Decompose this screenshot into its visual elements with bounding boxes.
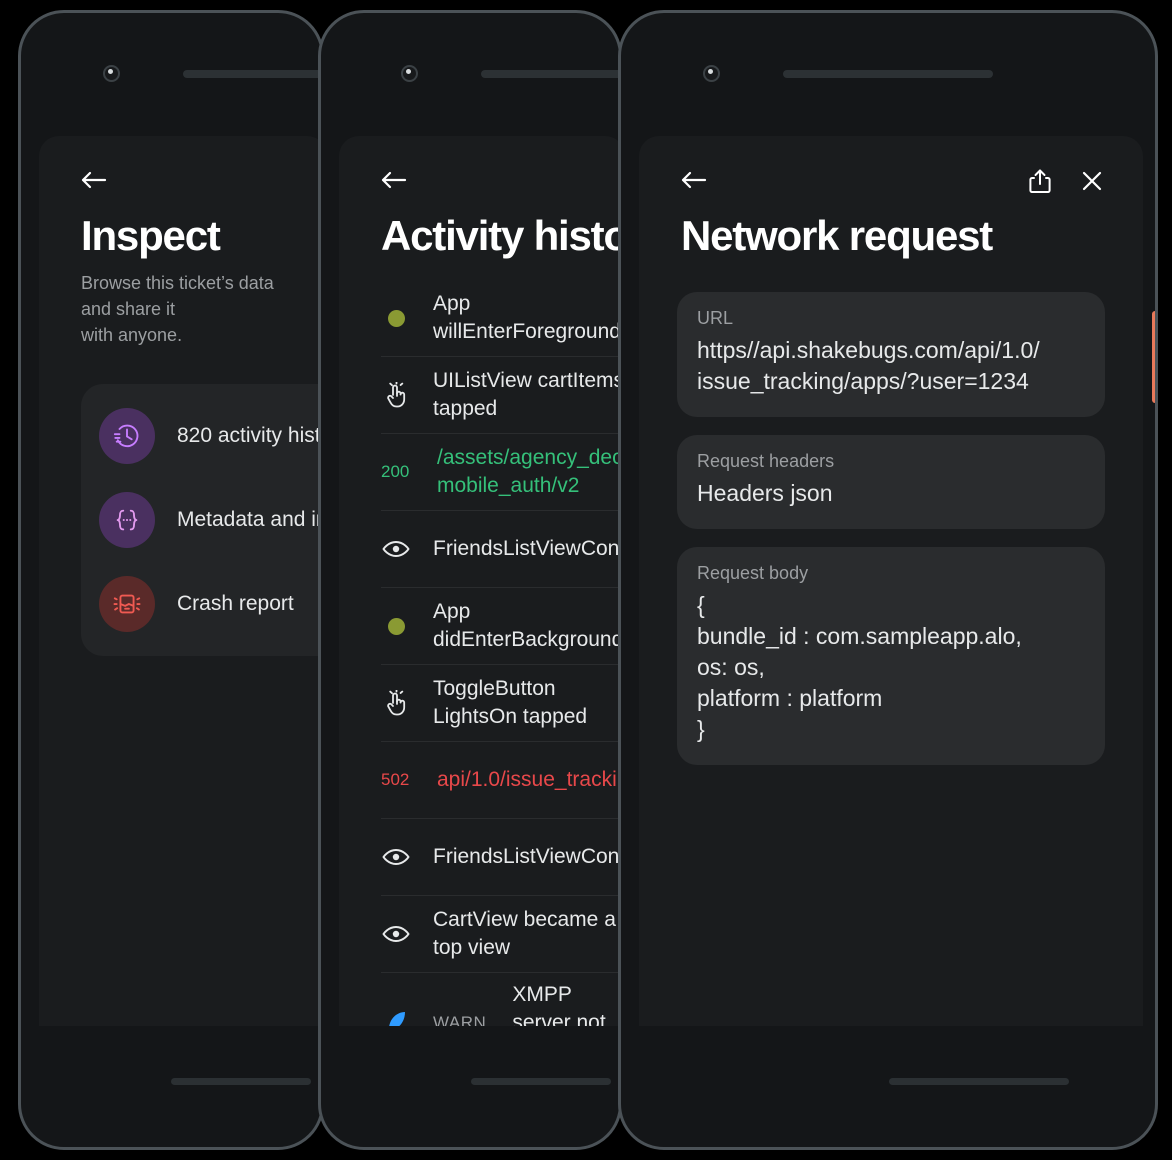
request-body-card[interactable]: Request body { bundle_id : com.sampleapp… xyxy=(677,547,1105,765)
list-item-label: CartView became a top view xyxy=(433,908,616,959)
phone-device-network-request: Network request URL https//api.shakebugs… xyxy=(618,10,1158,1150)
tap-gesture-icon xyxy=(381,382,411,408)
home-indicator[interactable] xyxy=(171,1078,311,1085)
screen-inspect: Inspect Browse this ticket’s data and sh… xyxy=(39,136,321,1026)
activity-history-list[interactable]: App willEnterForeground UIListView cartI… xyxy=(339,280,622,1026)
network-request-body: URL https//api.shakebugs.com/api/1.0/ is… xyxy=(639,262,1143,765)
status-badge: 502 xyxy=(381,770,410,789)
list-item[interactable]: WARN XMPP server not reachable xyxy=(381,973,619,1026)
request-headers-label: Request headers xyxy=(697,451,835,471)
earpiece-speaker xyxy=(183,70,321,78)
close-icon[interactable] xyxy=(1079,168,1105,194)
list-item[interactable]: App willEnterForeground xyxy=(381,280,621,357)
page-title: Inspect xyxy=(81,212,221,259)
list-item-label: FriendsListViewController xyxy=(433,537,620,560)
home-indicator[interactable] xyxy=(471,1078,611,1085)
screenshot-stage: Inspect Browse this ticket’s data and sh… xyxy=(0,0,1172,1160)
list-item-label: FriendsListViewController xyxy=(433,845,620,868)
list-item[interactable]: FriendsListViewController xyxy=(381,819,620,896)
list-item[interactable]: ToggleButton LightsOn tapped xyxy=(381,665,619,742)
home-indicator[interactable] xyxy=(889,1078,1069,1085)
request-headers-card[interactable]: Request headers Headers json xyxy=(677,435,1105,529)
request-headers-value: Headers json xyxy=(697,480,833,506)
screen-network-request: Network request URL https//api.shakebugs… xyxy=(639,136,1143,1026)
front-camera-icon xyxy=(103,65,120,82)
status-badge: 200 xyxy=(381,462,410,481)
list-item-label: Crash report xyxy=(177,592,294,615)
screen-activity-history: Activity history App willEnterForeground xyxy=(339,136,622,1026)
list-item-activity-history[interactable]: 820 activity history items xyxy=(81,394,321,478)
eye-icon xyxy=(381,540,411,558)
page-subtitle: Browse this ticket’s data and share it w… xyxy=(81,273,274,345)
arrow-left-icon[interactable] xyxy=(681,170,707,190)
list-item-label: ToggleButton LightsOn tapped xyxy=(433,677,588,728)
list-item-label: /assets/agency_declaration/ mobile_auth/… xyxy=(437,446,622,497)
green-dot-icon xyxy=(381,309,411,327)
eye-icon xyxy=(381,925,411,943)
front-camera-icon xyxy=(401,65,418,82)
list-item-metadata[interactable]: Metadata and info xyxy=(81,478,321,562)
list-item[interactable]: 200 /assets/agency_declaration/ mobile_a… xyxy=(381,434,622,511)
request-body-label: Request body xyxy=(697,563,809,583)
list-item-label: 820 activity history items xyxy=(177,424,321,447)
list-item[interactable]: FriendsListViewController xyxy=(381,511,620,588)
phone-device-inspect: Inspect Browse this ticket’s data and sh… xyxy=(18,10,324,1150)
front-camera-icon xyxy=(703,65,720,82)
page-title: Network request xyxy=(681,212,993,259)
share-icon[interactable] xyxy=(1027,168,1053,194)
earpiece-speaker xyxy=(481,70,619,78)
crash-report-phone-icon xyxy=(99,576,155,632)
green-dot-icon xyxy=(381,617,411,635)
list-item[interactable]: CartView became a top view xyxy=(381,896,619,973)
list-item-label: Metadata and info xyxy=(177,508,321,531)
request-body-value: { bundle_id : com.sampleapp.alo, os: os,… xyxy=(697,592,1022,742)
list-item-crash-report[interactable]: Crash report xyxy=(81,562,321,646)
metadata-braces-icon xyxy=(99,492,155,548)
url-value: https//api.shakebugs.com/api/1.0/ issue_… xyxy=(697,337,1040,394)
list-item-label: App didEnterBackground xyxy=(433,600,622,651)
list-item-label: api/1.0/issue_tracking/apps xyxy=(437,768,619,791)
list-item-label: XMPP server not reachable xyxy=(512,983,606,1026)
list-item[interactable]: UIListView cartItems tapped xyxy=(381,357,622,434)
topbar-inspect xyxy=(39,136,321,210)
list-item[interactable]: App didEnterBackground xyxy=(381,588,622,665)
topbar-network-request xyxy=(639,136,1143,210)
url-card[interactable]: URL https//api.shakebugs.com/api/1.0/ is… xyxy=(677,292,1105,417)
list-item-label: UIListView cartItems tapped xyxy=(433,369,622,420)
page-title: Activity history xyxy=(381,212,619,259)
arrow-left-icon[interactable] xyxy=(381,170,407,190)
activity-history-clock-icon xyxy=(99,408,155,464)
arrow-left-icon[interactable] xyxy=(81,170,107,190)
tap-gesture-icon xyxy=(381,690,411,716)
eye-icon xyxy=(381,848,411,866)
side-power-button[interactable] xyxy=(1152,311,1155,403)
inspect-options-card: 820 activity history items Metadata and … xyxy=(81,384,321,656)
list-item-label: App willEnterForeground xyxy=(433,292,621,343)
list-item[interactable]: 502 api/1.0/issue_tracking/apps xyxy=(381,742,619,819)
url-label: URL xyxy=(697,308,734,328)
phone-device-activity-history: Activity history App willEnterForeground xyxy=(318,10,622,1150)
earpiece-speaker xyxy=(783,70,993,78)
topbar-activity-history xyxy=(339,136,619,210)
log-level-badge: WARN xyxy=(433,1013,487,1026)
feather-log-icon xyxy=(381,1010,411,1026)
